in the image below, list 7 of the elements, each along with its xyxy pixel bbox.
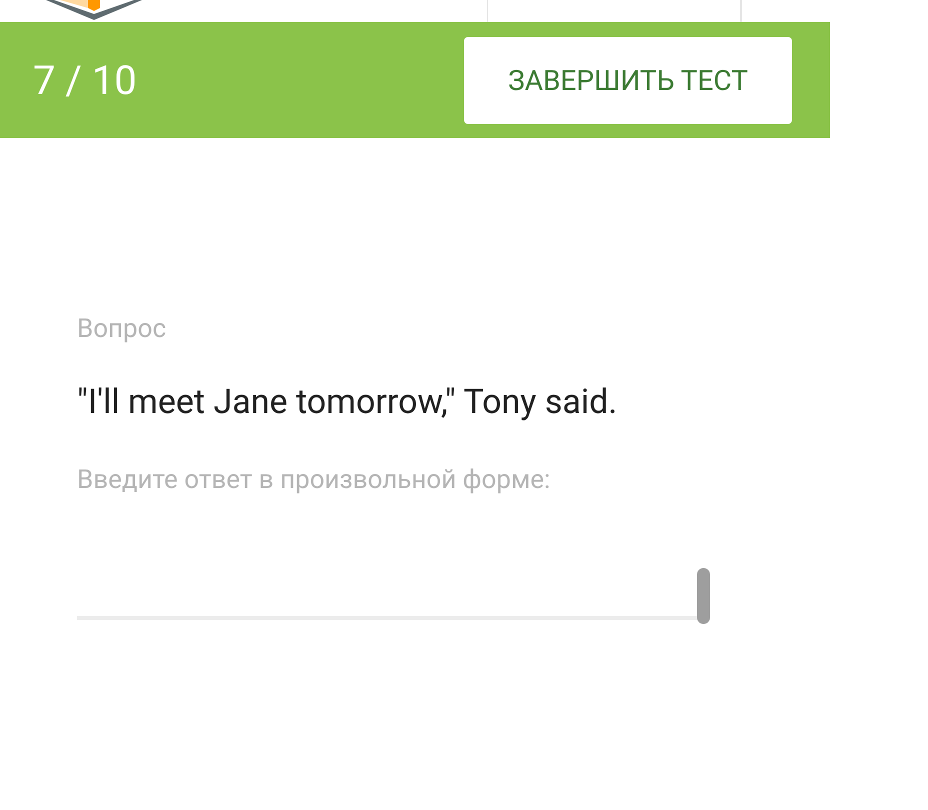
answer-hint: Введите ответ в произвольной форме: [77,465,552,495]
question-label: Вопрос [77,314,168,344]
question-text: "I'll meet Jane tomorrow," Tony said. [77,382,618,422]
finish-test-button[interactable]: ЗАВЕРШИТЬ ТЕСТ [464,36,792,124]
progress-counter: 7 / 10 [33,56,137,104]
scrollbar-thumb[interactable] [697,568,710,624]
cube-logo-icon [46,0,142,22]
